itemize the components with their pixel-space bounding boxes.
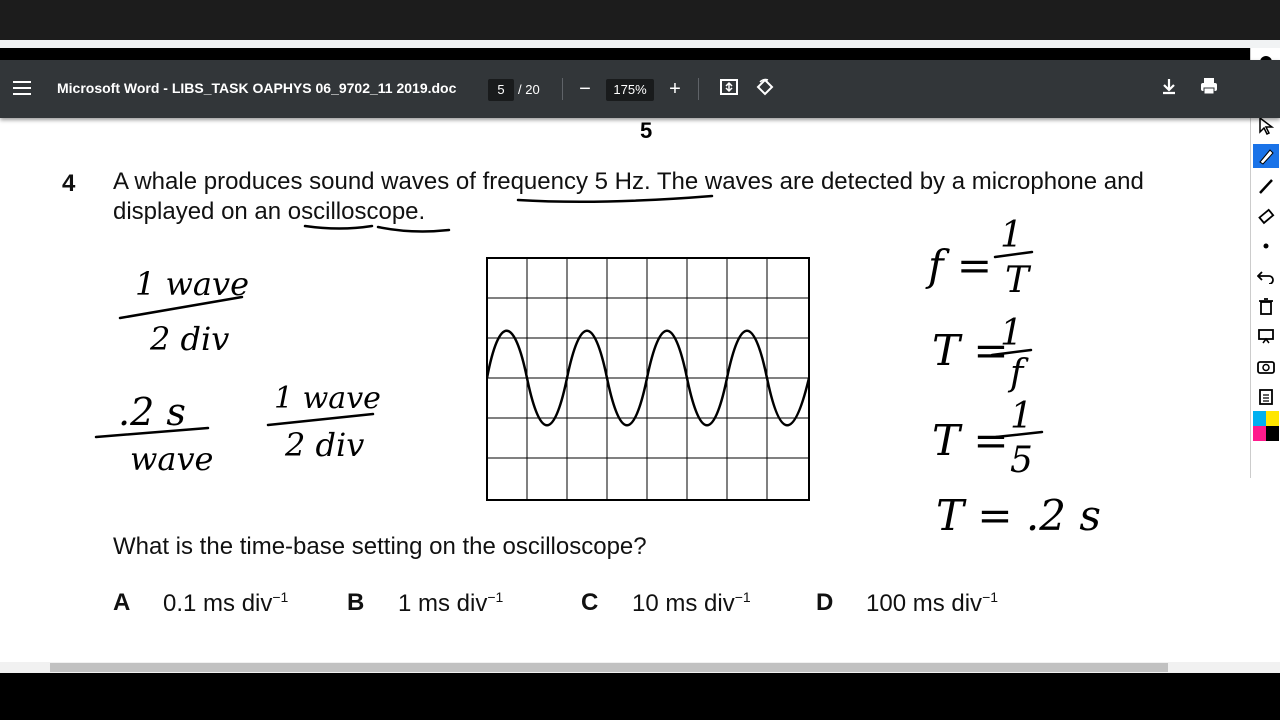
question-text-line-2: displayed on an oscilloscope. (113, 198, 426, 225)
question-text-line-1: A whale produces sound waves of frequenc… (113, 168, 1144, 195)
question-prompt: What is the time-base setting on the osc… (113, 533, 647, 560)
menu-icon[interactable] (10, 77, 34, 101)
toolbar-divider (698, 78, 699, 100)
zoom-out-button[interactable]: − (572, 76, 598, 102)
browser-chrome-edge (0, 40, 1280, 48)
horizontal-scrollbar[interactable] (0, 662, 1280, 673)
option-a-letter[interactable]: A (113, 589, 130, 617)
document-title: Microsoft Word - LIBS_TASK OAPHYS 06_970… (57, 80, 457, 96)
option-b-letter[interactable]: B (347, 589, 364, 617)
dot-icon[interactable] (1253, 234, 1279, 258)
pdf-toolbar: Microsoft Word - LIBS_TASK OAPHYS 06_970… (0, 60, 1280, 118)
page-number-label: 5 (640, 118, 653, 143)
scrollbar-thumb[interactable] (50, 663, 1168, 672)
option-d-text[interactable]: 100 ms div−1 (866, 589, 998, 618)
rotate-icon[interactable] (752, 76, 778, 102)
trash-icon[interactable] (1253, 294, 1279, 318)
browser-top-strip (0, 0, 1280, 48)
oscilloscope-screen (486, 257, 810, 501)
fit-page-icon[interactable] (716, 76, 742, 102)
clipboard-icon[interactable] (1253, 384, 1279, 408)
toolbar-divider (562, 78, 563, 100)
highlighter-icon[interactable] (1253, 144, 1279, 168)
option-b-text[interactable]: 1 ms div−1 (398, 589, 503, 618)
print-icon[interactable] (1196, 76, 1222, 102)
palette-icon[interactable] (1253, 411, 1279, 441)
screen-icon[interactable] (1253, 324, 1279, 348)
page-number-input[interactable]: 5 (488, 79, 514, 101)
zoom-level-input[interactable]: 175% (606, 79, 654, 101)
camera-icon[interactable] (1253, 354, 1279, 378)
option-d-letter[interactable]: D (816, 589, 833, 617)
option-c-letter[interactable]: C (581, 589, 598, 617)
option-c-text[interactable]: 10 ms div−1 (632, 589, 751, 618)
option-a-text[interactable]: 0.1 ms div−1 (163, 589, 288, 618)
question-number: 4 (62, 170, 76, 197)
eraser-icon[interactable] (1253, 204, 1279, 228)
page-total: / 20 (518, 82, 540, 97)
download-icon[interactable] (1156, 76, 1182, 102)
undo-icon[interactable] (1253, 264, 1279, 288)
pen-icon[interactable] (1253, 174, 1279, 198)
zoom-in-button[interactable]: + (662, 76, 688, 102)
